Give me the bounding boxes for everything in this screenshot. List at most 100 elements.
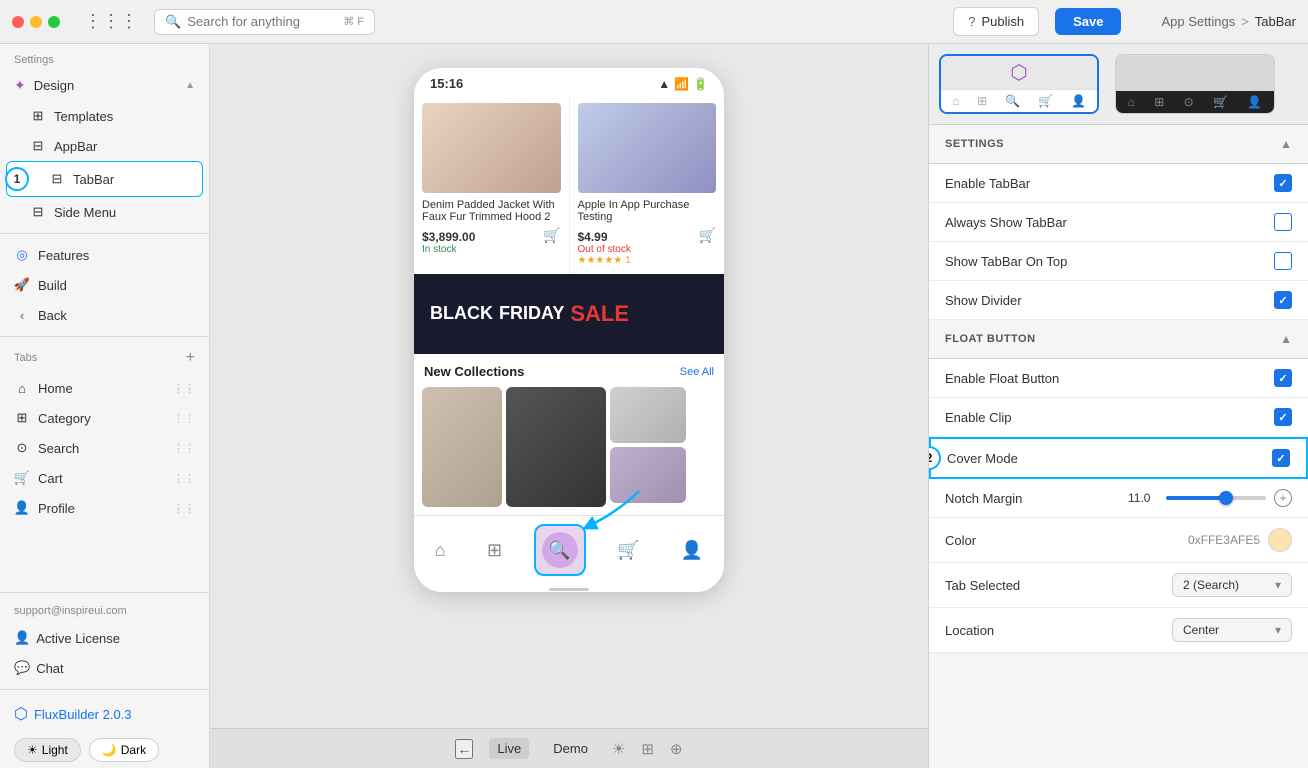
sidebar-item-back[interactable]: ‹ Back — [0, 300, 209, 330]
settings-collapse-icon[interactable]: ▲ — [1280, 137, 1292, 151]
demo-mode-button[interactable]: Demo — [545, 738, 596, 759]
category-tab-icon: ⊞ — [14, 410, 30, 426]
search-icon: 🔍 — [165, 14, 181, 30]
sun-tool-icon[interactable]: ☀ — [612, 740, 625, 758]
float-button[interactable]: 🔍 — [534, 524, 586, 576]
sidemenu-label: Side Menu — [54, 205, 116, 220]
tab-category[interactable]: ⊞ Category ⋮⋮ — [0, 403, 209, 433]
profile-tab-icon: 👤 — [14, 500, 30, 516]
zoom-tool-icon[interactable]: ⊕ — [670, 740, 683, 758]
slider-thumb — [1219, 491, 1233, 505]
tab-selected-select[interactable]: 2 (Search) ▾ — [1172, 573, 1292, 597]
tab-home[interactable]: ⌂ Home ⋮⋮ — [0, 373, 209, 403]
tab-search[interactable]: ⊙ Search ⋮⋮ — [0, 433, 209, 463]
active-license[interactable]: 👤 Active License — [0, 623, 209, 653]
design-group[interactable]: ✦ Design ▲ — [0, 70, 209, 101]
color-label: Color — [945, 533, 976, 548]
thumb-2[interactable]: ⌂ ⊞ ⊙ 🛒 👤 — [1115, 54, 1275, 114]
float-collapse-icon[interactable]: ▲ — [1280, 332, 1292, 346]
cover-mode-row-wrapper: Cover Mode 2 — [929, 437, 1308, 479]
active-license-label: Active License — [36, 631, 120, 646]
features-label: Features — [38, 248, 89, 263]
publish-button[interactable]: ? Publish — [953, 7, 1039, 36]
phone-home-indicator — [414, 586, 724, 592]
live-mode-button[interactable]: Live — [489, 738, 529, 759]
back-icon: ‹ — [14, 307, 30, 323]
show-on-top-label: Show TabBar On Top — [945, 254, 1067, 269]
tab-profile[interactable]: 👤 Profile ⋮⋮ — [0, 493, 209, 523]
tabs-add-button[interactable]: + — [186, 349, 195, 367]
notch-increment-button[interactable]: + — [1274, 489, 1292, 507]
location-select[interactable]: Center ▾ — [1172, 618, 1292, 642]
float-section-header: FLOAT BUTTON ▲ — [929, 320, 1308, 359]
product-grid — [414, 383, 724, 515]
show-on-top-row: Show TabBar On Top — [929, 242, 1308, 281]
enable-clip-checkbox[interactable] — [1274, 408, 1292, 426]
profile-tab-bar-icon: 👤 — [681, 540, 703, 561]
enable-tabbar-checkbox[interactable] — [1274, 174, 1292, 192]
wifi-icon: ▲ — [658, 77, 670, 91]
sidebar-item-build[interactable]: 🚀 Build — [0, 270, 209, 300]
light-mode-button[interactable]: ☀ Light — [14, 738, 81, 762]
battery-icon: 🔋 — [693, 77, 708, 91]
maximize-button[interactable] — [48, 16, 60, 28]
home-tab-bar-icon: ⌂ — [435, 540, 446, 561]
see-all-link[interactable]: See All — [680, 366, 714, 378]
drag-handle: ⋮⋮ — [173, 412, 195, 425]
float-button-container[interactable]: 🔍 — [534, 524, 586, 576]
search-shortcut: ⌘ F — [343, 15, 364, 28]
search-tab-icon: ⊙ — [14, 440, 30, 456]
location-row: Location Center ▾ — [929, 608, 1308, 653]
chat-label: Chat — [36, 661, 63, 676]
black-friday-banner: BLACK FRIDAY SALE — [414, 274, 724, 354]
tab-cart[interactable]: 🛒 Cart ⋮⋮ — [0, 463, 209, 493]
show-divider-row: Show Divider — [929, 281, 1308, 320]
show-on-top-checkbox[interactable] — [1274, 252, 1292, 270]
preview-thumbnails: ⬡ ⌂ ⊞ 🔍 🛒 👤 ⌂ ⊞ — [929, 44, 1308, 125]
thumb-1[interactable]: ⬡ ⌂ ⊞ 🔍 🛒 👤 — [939, 54, 1099, 114]
notch-slider-container: 11.0 + — [1128, 489, 1292, 507]
canvas-wrap: 15:16 ▲ 📶 🔋 Denim Padded Jacket With Fau… — [210, 44, 928, 768]
tab-home-item[interactable]: ⌂ — [425, 536, 456, 565]
tab-cart-item[interactable]: 🛒 — [607, 536, 649, 565]
tab-selected-label: Tab Selected — [945, 578, 1020, 593]
grid-col-3 — [610, 387, 686, 507]
tab-category-item[interactable]: ⊞ — [477, 536, 512, 565]
canvas-back-button[interactable]: ← — [455, 739, 473, 759]
sidebar-item-sidemenu[interactable]: ⊟ Side Menu — [0, 197, 209, 227]
color-control: 0xFFE3AFE5 — [1188, 528, 1292, 552]
sidebar-item-appbar[interactable]: ⊟ AppBar — [0, 131, 209, 161]
appbar-label: AppBar — [54, 139, 97, 154]
always-show-checkbox[interactable] — [1274, 213, 1292, 231]
tab-profile-item[interactable]: 👤 — [671, 536, 713, 565]
chevron-down-icon-2: ▾ — [1275, 623, 1281, 637]
chat-item[interactable]: 💬 Chat — [0, 653, 209, 683]
minimize-button[interactable] — [30, 16, 42, 28]
enable-float-checkbox[interactable] — [1274, 369, 1292, 387]
drag-handle: ⋮⋮ — [173, 472, 195, 485]
build-label: Build — [38, 278, 67, 293]
product-card-2: Apple In App Purchase Testing $4.99 🛒 Ou… — [570, 95, 725, 274]
show-divider-checkbox[interactable] — [1274, 291, 1292, 309]
save-button[interactable]: Save — [1055, 8, 1121, 35]
sidebar-item-tabbar[interactable]: 1 ⊟ TabBar — [6, 161, 203, 197]
product-image-2 — [578, 103, 717, 193]
enable-clip-label: Enable Clip — [945, 410, 1012, 425]
phone-tabbar: ⌂ ⊞ 🔍 🛒 — [414, 515, 724, 586]
tabbar-icon: ⊟ — [49, 171, 65, 187]
cover-mode-checkbox[interactable] — [1272, 449, 1290, 467]
dark-label: Dark — [121, 743, 146, 757]
product-price-1: $3,899.00 — [422, 230, 475, 244]
sidebar-item-features[interactable]: ◎ Features — [0, 240, 209, 270]
color-swatch[interactable] — [1268, 528, 1292, 552]
sidebar-item-templates[interactable]: ⊞ Templates — [0, 101, 209, 131]
tab-selected-value: 2 (Search) — [1183, 578, 1239, 592]
search-bar[interactable]: 🔍 ⌘ F — [154, 9, 375, 35]
float-section: FLOAT BUTTON ▲ Enable Float Button Enabl… — [929, 320, 1308, 653]
grid-tool-icon[interactable]: ⊞ — [641, 740, 654, 758]
dark-mode-button[interactable]: 🌙 Dark — [89, 738, 159, 762]
search-input[interactable] — [187, 14, 337, 29]
notch-slider[interactable] — [1166, 496, 1266, 500]
flux-icon: ⬡ — [14, 704, 28, 724]
close-button[interactable] — [12, 16, 24, 28]
